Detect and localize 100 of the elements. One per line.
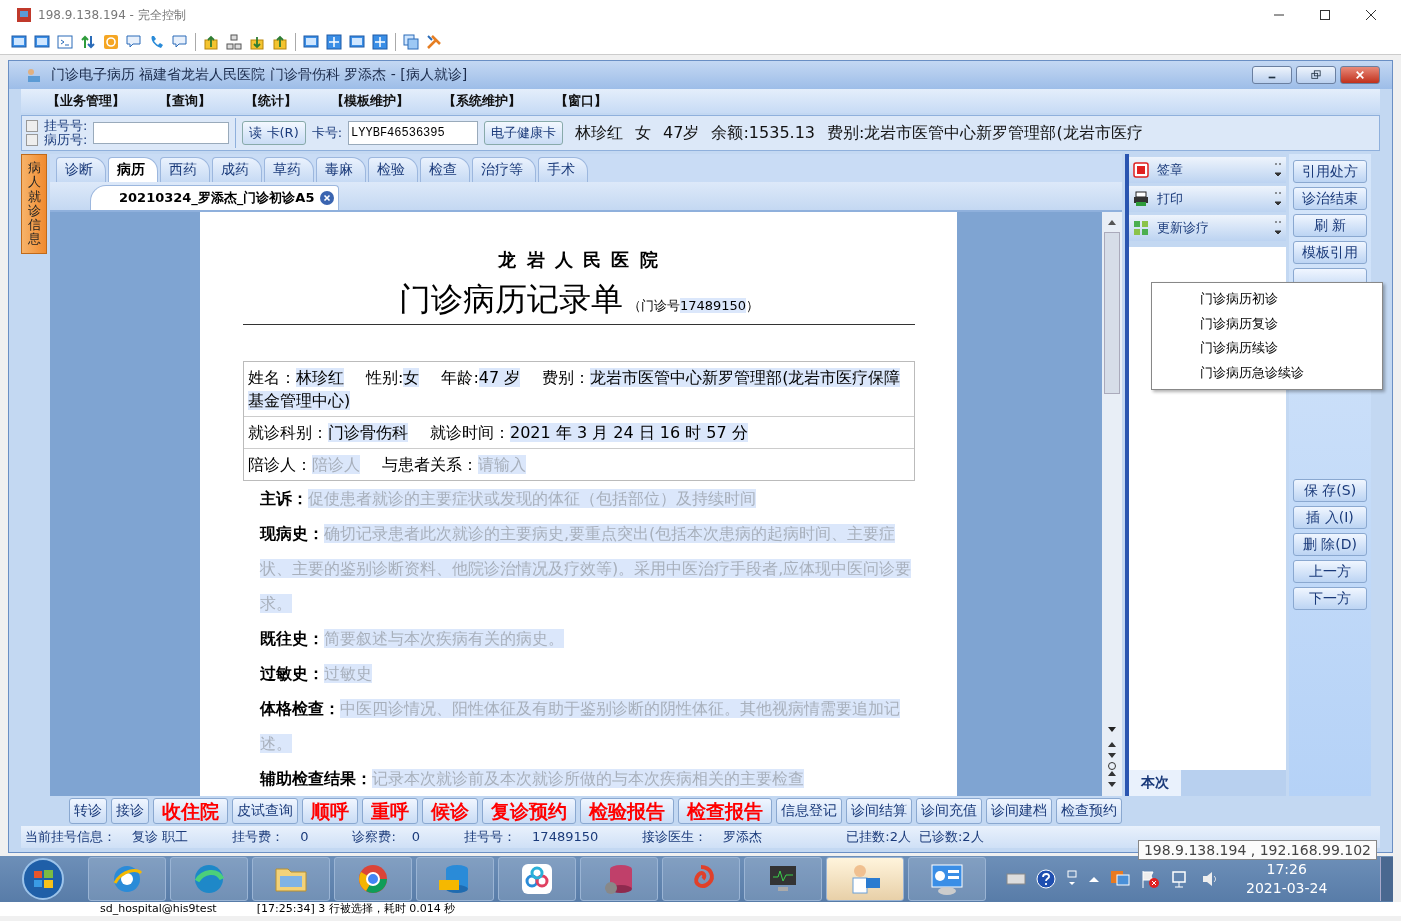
taskbar-button[interactable] xyxy=(580,857,658,901)
window-icon[interactable] xyxy=(303,34,319,50)
tab[interactable]: 诊断 xyxy=(56,157,106,182)
tab[interactable]: 本次 xyxy=(1129,770,1181,796)
side-button[interactable]: 删 除(D) xyxy=(1293,533,1367,556)
app-title: 门诊电子病历 福建省龙岩人民医院 门诊骨伤科 罗添杰 - [病人就诊] xyxy=(51,66,468,84)
action-button[interactable]: 检查预约 xyxy=(1056,798,1122,824)
checkbox[interactable] xyxy=(26,134,38,146)
menu-item[interactable]: 【窗口】 xyxy=(555,92,607,110)
terminal-icon[interactable] xyxy=(57,34,73,50)
action-button[interactable]: 皮试查询 xyxy=(232,798,298,824)
window-icon[interactable] xyxy=(349,34,365,50)
side-button[interactable]: 引用处方 xyxy=(1293,160,1367,183)
tab[interactable]: 检验 xyxy=(368,157,418,182)
scroll-down-icon[interactable] xyxy=(1107,726,1117,734)
side-button[interactable]: 诊治结束 xyxy=(1293,187,1367,210)
taskbar-button[interactable] xyxy=(498,857,576,901)
side-button[interactable]: 下一方 xyxy=(1293,587,1367,610)
close-icon xyxy=(1354,70,1366,80)
taskbar-button[interactable] xyxy=(416,857,494,901)
tab[interactable]: 西药 xyxy=(160,157,210,182)
show-desktop-button[interactable] xyxy=(1380,857,1393,901)
card-number-field[interactable]: LYYBF46536395 xyxy=(348,121,479,145)
scroll-thumb[interactable] xyxy=(1104,232,1120,394)
power-icon[interactable] xyxy=(103,34,119,50)
checkbox[interactable] xyxy=(26,120,38,132)
caret-up-icon[interactable] xyxy=(1088,875,1100,883)
status-field: 挂号费： 0 xyxy=(232,828,309,846)
window-title: 198.9.138.194 - 完全控制 xyxy=(38,6,186,24)
close-button[interactable] xyxy=(1340,66,1380,84)
tab[interactable]: 病历 xyxy=(108,157,158,182)
side-button[interactable]: 上一方 xyxy=(1293,560,1367,583)
flag-icon[interactable] xyxy=(1140,869,1160,889)
action-button[interactable]: 诊间结算 xyxy=(846,798,912,824)
action-button[interactable]: 诊间建档 xyxy=(986,798,1052,824)
menu-item[interactable]: 门诊病历初诊 xyxy=(1200,287,1382,312)
status-field: 诊察费: 0 xyxy=(352,828,421,846)
input-field[interactable] xyxy=(93,122,230,144)
menu-item[interactable]: 门诊病历急诊续诊 xyxy=(1200,360,1382,385)
action-item[interactable]: 更新诊疗 xyxy=(1129,215,1286,241)
keyboard-icon[interactable] xyxy=(1006,872,1026,886)
scrollbar[interactable] xyxy=(1102,212,1122,796)
menu-item[interactable]: 【模板维护】 xyxy=(331,92,409,110)
tools-icon[interactable] xyxy=(426,34,442,50)
remote-icon[interactable] xyxy=(1110,869,1130,889)
scroll-up-icon[interactable] xyxy=(1107,218,1117,226)
monitor-icon[interactable] xyxy=(34,34,50,50)
taskbar-button[interactable] xyxy=(334,857,412,901)
speech-bubble-icon[interactable] xyxy=(126,34,142,50)
status-field: 挂号号： 17489150 xyxy=(464,828,599,846)
taskbar-button[interactable] xyxy=(744,857,822,901)
download-icon[interactable] xyxy=(249,34,265,50)
tab[interactable]: 检查 xyxy=(420,157,470,182)
tab[interactable]: 毒麻 xyxy=(316,157,366,182)
upload-icon[interactable] xyxy=(272,34,288,50)
close-icon[interactable] xyxy=(320,191,335,205)
upload-icon[interactable] xyxy=(203,34,219,50)
restore-button[interactable] xyxy=(1296,66,1336,84)
menu-item[interactable]: 【系统维护】 xyxy=(443,92,521,110)
checkbox-label: 病历号: xyxy=(44,133,88,147)
action-item[interactable]: 签章 xyxy=(1129,157,1286,183)
side-button[interactable]: 刷 新 xyxy=(1293,214,1367,237)
taskbar-button[interactable] xyxy=(826,857,904,901)
clock[interactable]: 17:26 2021-03-24 xyxy=(1246,860,1328,898)
action-button[interactable]: 接诊 xyxy=(111,798,149,824)
action-item[interactable]: 打印 xyxy=(1129,186,1286,212)
menu-item[interactable]: 【统计】 xyxy=(245,92,297,110)
taskbar-button[interactable] xyxy=(88,857,166,901)
tab[interactable]: 成药 xyxy=(212,157,262,182)
menu-item[interactable]: 【业务管理】 xyxy=(47,92,125,110)
tab[interactable]: 手术 xyxy=(538,157,588,182)
menu-item[interactable]: 【查询】 xyxy=(159,92,211,110)
side-button[interactable]: 保 存(S) xyxy=(1293,479,1367,502)
close-icon[interactable] xyxy=(1365,9,1377,21)
minimize-button[interactable] xyxy=(1252,66,1292,84)
menu-item[interactable]: 门诊病历续诊 xyxy=(1200,336,1382,361)
restore-icon xyxy=(1310,70,1322,80)
tab[interactable]: 治疗等 xyxy=(472,157,536,182)
copy-icon[interactable] xyxy=(403,34,419,50)
document-tab[interactable]: 20210324_罗添杰_门诊初诊A5 xyxy=(90,185,340,210)
taskbar-button[interactable] xyxy=(908,857,986,901)
side-tab[interactable]: 病人就诊信息 xyxy=(21,154,47,254)
action-button[interactable]: 信息登记 xyxy=(776,798,842,824)
read-card-button[interactable]: 读 卡(R) xyxy=(242,121,306,145)
side-button[interactable]: 模板引用 xyxy=(1293,241,1367,264)
action-button[interactable]: 诊间充值 xyxy=(916,798,982,824)
monitor-icon[interactable] xyxy=(11,34,27,50)
maximize-icon[interactable] xyxy=(1319,9,1331,21)
info-row: 就诊科别：门诊骨伤科 就诊时间：2021 年 3 月 24 日 16 时 57 分 xyxy=(244,416,914,448)
console-text: [17:25:34] 3 行被选择，耗时 0.014 秒 xyxy=(256,902,456,916)
help-icon[interactable] xyxy=(1036,869,1056,889)
action-button[interactable]: 转诊 xyxy=(69,798,107,824)
patient-info: 林珍红 xyxy=(575,122,624,144)
side-button[interactable]: 插 入(I) xyxy=(1293,506,1367,529)
phone-icon[interactable] xyxy=(149,34,165,50)
menu-item[interactable]: 门诊病历复诊 xyxy=(1200,311,1382,336)
tab[interactable]: 草药 xyxy=(264,157,314,182)
health-card-button[interactable]: 电子健康卡 xyxy=(484,121,564,145)
speech-bubble-icon[interactable] xyxy=(172,34,188,50)
start-button[interactable] xyxy=(20,857,66,901)
